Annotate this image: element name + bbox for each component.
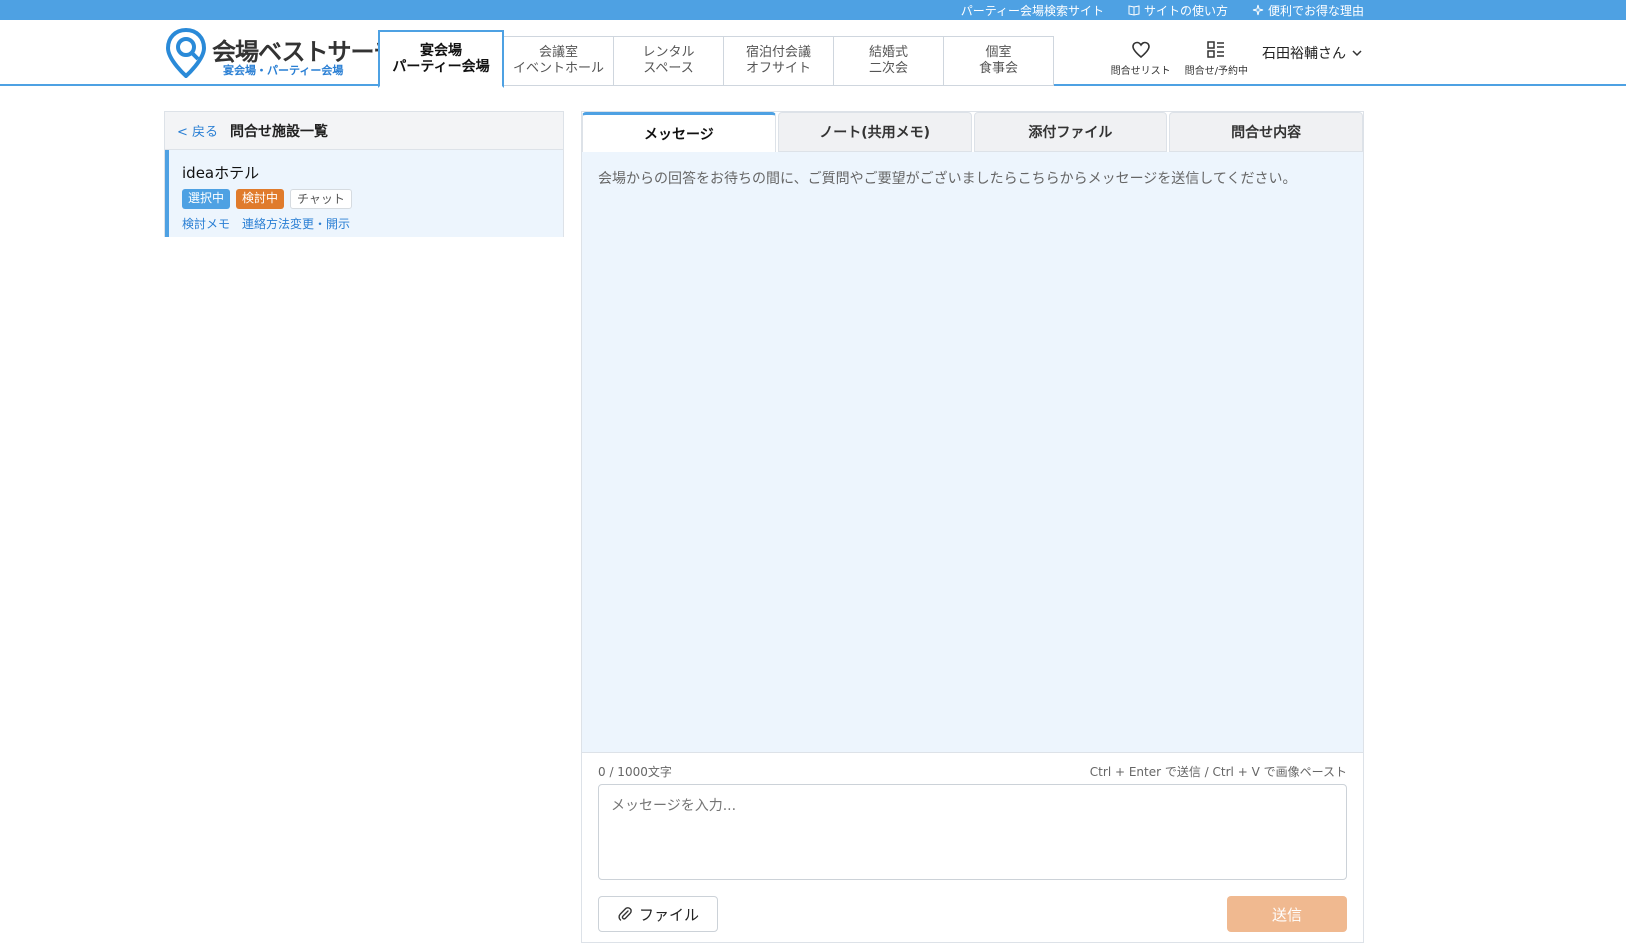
contact-method-link[interactable]: 連絡方法変更・開示 bbox=[242, 215, 350, 232]
user-name: 石田裕輔さん bbox=[1262, 45, 1346, 62]
book-icon bbox=[1128, 5, 1140, 16]
howto-label: サイトの使い方 bbox=[1143, 3, 1228, 18]
message-composer: 0 / 1000文字 Ctrl + Enter で送信 / Ctrl + V で… bbox=[582, 752, 1363, 942]
nav-banquet[interactable]: 宴会場 パーティー会場 bbox=[378, 30, 504, 88]
nav-label: 会議室 bbox=[538, 45, 578, 60]
inquiry-label: 問合せ/予約中 bbox=[1184, 66, 1248, 77]
nav-label: 宴会場 bbox=[420, 43, 462, 59]
heart-icon bbox=[1131, 41, 1150, 59]
nav-private-room[interactable]: 個室 食事会 bbox=[944, 36, 1054, 86]
tab-attachments[interactable]: 添付ファイル bbox=[973, 112, 1168, 152]
inquiry-button[interactable]: 問合せ/予約中 bbox=[1185, 40, 1248, 77]
nav-label: パーティー会場 bbox=[392, 59, 490, 75]
status-badge-selected: 選択中 bbox=[182, 189, 231, 209]
chevron-down-icon bbox=[1352, 49, 1362, 56]
facility-list-panel: < 戻る 問合せ施設一覧 ideaホテル 選択中 検討中 チャット 検討メモ 連… bbox=[164, 111, 564, 237]
nav-label: レンタル bbox=[642, 45, 695, 60]
attach-file-button[interactable]: ファイル bbox=[598, 896, 718, 932]
tab-message[interactable]: メッセージ bbox=[582, 112, 776, 152]
nav-rental-space[interactable]: レンタル スペース bbox=[614, 36, 724, 86]
memo-link[interactable]: 検討メモ bbox=[182, 215, 230, 232]
facility-name: ideaホテル bbox=[182, 164, 260, 182]
nav-label: 個室 bbox=[985, 45, 1012, 60]
tab-inquiry-details[interactable]: 問合せ内容 bbox=[1169, 112, 1363, 152]
header-actions: 問合せリスト 問合せ/予約中 石田裕輔さん bbox=[1111, 40, 1362, 77]
message-empty-text: 会場からの回答をお待ちの間に、ご質問やご要望がございましたらこちらからメッセージ… bbox=[598, 171, 1297, 187]
top-bar: パーティー会場検索サイト サイトの使い方 便利でお得な理由 bbox=[0, 0, 1626, 20]
howto-link[interactable]: サイトの使い方 bbox=[1128, 2, 1228, 19]
benefit-label: 便利でお得な理由 bbox=[1267, 3, 1364, 18]
back-link[interactable]: < 戻る bbox=[177, 121, 218, 140]
facility-item[interactable]: ideaホテル 選択中 検討中 チャット 検討メモ 連絡方法変更・開示 bbox=[165, 150, 563, 237]
composer-meta: 0 / 1000文字 Ctrl + Enter で送信 / Ctrl + V で… bbox=[598, 763, 1347, 780]
nav-label: イベントホール bbox=[512, 61, 604, 76]
inquiry-detail-panel: メッセージ ノート(共用メモ) 添付ファイル 問合せ内容 会場からの回答をお待ち… bbox=[581, 111, 1364, 943]
benefit-link[interactable]: 便利でお得な理由 bbox=[1252, 2, 1364, 19]
status-badge-considering: 検討中 bbox=[236, 189, 285, 209]
attach-file-label: ファイル bbox=[638, 905, 699, 924]
facility-list-title: 問合せ施設一覧 bbox=[230, 123, 329, 140]
user-menu[interactable]: 石田裕輔さん bbox=[1262, 43, 1362, 63]
message-input[interactable] bbox=[598, 784, 1347, 880]
nav-label: 結婚式 bbox=[868, 45, 908, 60]
tab-note[interactable]: ノート(共用メモ) bbox=[777, 112, 972, 152]
list-icon bbox=[1207, 41, 1225, 58]
nav-label: 食事会 bbox=[978, 61, 1018, 76]
header: 会場ベストサーチ 宴会場・パーティー会場 宴会場 パーティー会場 会議室 イベン… bbox=[0, 20, 1626, 88]
nav-label: オフサイト bbox=[745, 61, 811, 76]
sparkle-icon bbox=[1252, 4, 1264, 16]
nav-label: 宿泊付会議 bbox=[745, 45, 811, 60]
category-nav: 宴会場 パーティー会場 会議室 イベントホール レンタル スペース 宿泊付会議 … bbox=[378, 28, 1054, 88]
shortcut-hint: Ctrl + Enter で送信 / Ctrl + V で画像ペースト bbox=[1089, 765, 1347, 779]
facility-badges: 選択中 検討中 チャット bbox=[182, 189, 563, 209]
nav-label: スペース bbox=[643, 61, 694, 76]
map-pin-icon bbox=[166, 28, 206, 78]
composer-actions: ファイル 送信 bbox=[598, 896, 1347, 932]
nav-label: 二次会 bbox=[868, 61, 908, 76]
char-counter: 0 / 1000文字 bbox=[598, 765, 672, 779]
facility-list-header: < 戻る 問合せ施設一覧 bbox=[165, 112, 563, 150]
nav-wedding-party[interactable]: 結婚式 二次会 bbox=[834, 36, 944, 86]
detail-tabs: メッセージ ノート(共用メモ) 添付ファイル 問合せ内容 bbox=[582, 112, 1363, 152]
favorites-label: 問合せリスト bbox=[1110, 66, 1171, 77]
favorites-button[interactable]: 問合せリスト bbox=[1111, 40, 1171, 77]
site-logo[interactable]: 会場ベストサーチ 宴会場・パーティー会場 bbox=[166, 28, 397, 78]
top-links: パーティー会場検索サイト サイトの使い方 便利でお得な理由 bbox=[961, 0, 1364, 20]
send-button[interactable]: 送信 bbox=[1227, 896, 1347, 932]
nav-offsite[interactable]: 宿泊付会議 オフサイト bbox=[724, 36, 834, 86]
message-thread: 会場からの回答をお待ちの間に、ご質問やご要望がございましたらこちらからメッセージ… bbox=[582, 152, 1363, 752]
logo-sub: 宴会場・パーティー会場 bbox=[223, 64, 344, 77]
site-label: パーティー会場検索サイト bbox=[960, 3, 1104, 18]
nav-meeting-room[interactable]: 会議室 イベントホール bbox=[504, 36, 614, 86]
facility-links: 検討メモ 連絡方法変更・開示 bbox=[182, 215, 563, 232]
status-badge-chat: チャット bbox=[290, 189, 352, 209]
paperclip-icon bbox=[618, 907, 632, 921]
